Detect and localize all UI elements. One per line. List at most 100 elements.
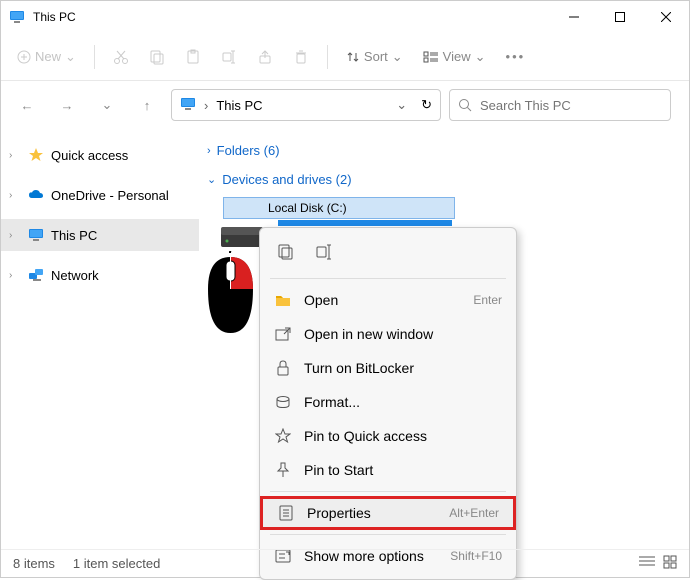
- cloud-icon: [27, 186, 45, 204]
- ctx-pin-quickaccess[interactable]: Pin to Quick access: [260, 419, 516, 453]
- ctx-label: Format...: [304, 394, 490, 410]
- copy-icon: [277, 243, 295, 261]
- chevron-right-icon[interactable]: ›: [9, 270, 21, 281]
- network-icon: [27, 266, 45, 284]
- maximize-button[interactable]: [597, 1, 643, 33]
- disk-usage-bar: [278, 220, 452, 226]
- view-button[interactable]: View ⌄: [415, 43, 494, 71]
- search-icon: [458, 98, 472, 112]
- address-path: This PC: [216, 98, 262, 113]
- close-button[interactable]: [643, 1, 689, 33]
- sort-button[interactable]: Sort ⌄: [338, 43, 411, 71]
- grid-view-button[interactable]: [663, 555, 677, 572]
- items-count: 8 items: [13, 556, 55, 571]
- sidebar-item-quickaccess[interactable]: › Quick access: [1, 139, 199, 171]
- ctx-label: Turn on BitLocker: [304, 360, 490, 376]
- plus-circle-icon: [17, 50, 31, 64]
- ctx-accel: Alt+Enter: [449, 506, 499, 520]
- rename-icon: [221, 49, 237, 65]
- rename-icon: [315, 243, 333, 261]
- sidebar-item-onedrive[interactable]: › OneDrive - Personal: [1, 179, 199, 211]
- selected-count: 1 item selected: [73, 556, 160, 571]
- up-button[interactable]: ↑: [131, 89, 163, 121]
- sidebar-item-label: Quick access: [51, 148, 128, 163]
- ctx-open[interactable]: Open Enter: [260, 283, 516, 317]
- sidebar-item-label: This PC: [51, 228, 97, 243]
- statusbar: 8 items 1 item selected: [1, 549, 689, 577]
- properties-icon: [277, 504, 295, 522]
- chevron-down-icon[interactable]: ⌄: [396, 97, 407, 113]
- chevron-right-icon[interactable]: ›: [9, 150, 21, 161]
- star-icon: [27, 146, 45, 164]
- new-window-icon: [274, 325, 292, 343]
- view-icon: [423, 50, 439, 64]
- thispc-icon: [180, 96, 196, 115]
- ctx-label: Properties: [307, 505, 437, 521]
- paste-icon: [185, 49, 201, 65]
- ctx-copy-button[interactable]: [274, 240, 298, 264]
- ctx-bitlocker[interactable]: Turn on BitLocker: [260, 351, 516, 385]
- search-box[interactable]: [449, 89, 671, 121]
- window-title: This PC: [33, 10, 551, 24]
- chevron-right-icon: ›: [204, 98, 208, 113]
- ellipsis-icon: •••: [506, 49, 526, 64]
- toolbar: New ⌄ Sort ⌄ View ⌄ •••: [1, 33, 689, 81]
- folders-section-header[interactable]: › Folders (6): [207, 139, 689, 162]
- thispc-icon: [27, 226, 45, 244]
- titlebar: This PC: [1, 1, 689, 33]
- ctx-label: Open: [304, 292, 461, 308]
- context-menu: Open Enter Open in new window Turn on Bi…: [259, 227, 517, 580]
- back-button[interactable]: ←: [11, 89, 43, 121]
- rename-button[interactable]: [213, 43, 245, 71]
- more-button[interactable]: •••: [498, 43, 534, 70]
- format-icon: [274, 393, 292, 411]
- trash-icon: [293, 49, 309, 65]
- copy-button[interactable]: [141, 43, 173, 71]
- chevron-down-icon: ⌄: [392, 49, 403, 65]
- search-input[interactable]: [480, 98, 662, 113]
- delete-button[interactable]: [285, 43, 317, 71]
- paste-button[interactable]: [177, 43, 209, 71]
- sidebar-item-label: OneDrive - Personal: [51, 188, 169, 203]
- new-button[interactable]: New ⌄: [9, 43, 84, 71]
- navbar: ← → ⌄ ↑ › This PC ⌄ ↻: [1, 81, 689, 129]
- mouse-graphic: [203, 251, 258, 341]
- sort-label: Sort: [364, 49, 388, 64]
- minimize-button[interactable]: [551, 1, 597, 33]
- ctx-pin-start[interactable]: Pin to Start: [260, 453, 516, 487]
- pin-icon: [274, 461, 292, 479]
- sidebar-item-label: Network: [51, 268, 99, 283]
- address-bar[interactable]: › This PC ⌄ ↻: [171, 89, 441, 121]
- share-icon: [257, 49, 273, 65]
- forward-button[interactable]: →: [51, 89, 83, 121]
- lock-icon: [274, 359, 292, 377]
- chevron-down-icon: ⌄: [207, 173, 216, 186]
- local-disk-c[interactable]: Local Disk (C:): [223, 197, 455, 219]
- star-icon: [274, 427, 292, 445]
- thispc-icon: [9, 9, 25, 25]
- chevron-right-icon[interactable]: ›: [9, 190, 21, 201]
- section-label: Devices and drives (2): [222, 172, 351, 187]
- cut-button[interactable]: [105, 43, 137, 71]
- section-label: Folders (6): [217, 143, 280, 158]
- details-view-button[interactable]: [639, 555, 655, 572]
- ctx-open-new-window[interactable]: Open in new window: [260, 317, 516, 351]
- ctx-label: Pin to Quick access: [304, 428, 490, 444]
- ctx-properties[interactable]: Properties Alt+Enter: [260, 496, 516, 530]
- cut-icon: [113, 49, 129, 65]
- refresh-button[interactable]: ↻: [421, 97, 432, 113]
- sidebar-item-thispc[interactable]: › This PC: [1, 219, 199, 251]
- folder-icon: [274, 291, 292, 309]
- chevron-right-icon[interactable]: ›: [9, 230, 21, 241]
- drives-section-header[interactable]: ⌄ Devices and drives (2): [207, 168, 689, 191]
- recent-button[interactable]: ⌄: [91, 89, 123, 121]
- sidebar-item-network[interactable]: › Network: [1, 259, 199, 291]
- share-button[interactable]: [249, 43, 281, 71]
- chevron-down-icon: ⌄: [65, 49, 76, 65]
- ctx-label: Pin to Start: [304, 462, 490, 478]
- copy-icon: [149, 49, 165, 65]
- sidebar: › Quick access › OneDrive - Personal › T…: [1, 129, 199, 567]
- ctx-rename-button[interactable]: [312, 240, 336, 264]
- ctx-label: Open in new window: [304, 326, 490, 342]
- ctx-format[interactable]: Format...: [260, 385, 516, 419]
